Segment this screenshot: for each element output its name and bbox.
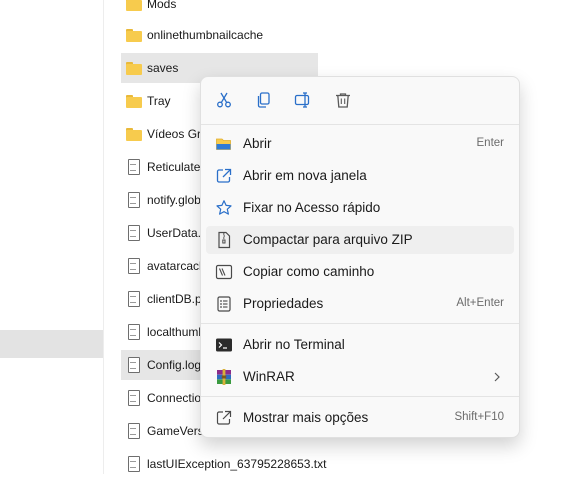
file-name: Mods bbox=[147, 0, 177, 11]
document-icon bbox=[125, 158, 143, 176]
nav-selected-item[interactable] bbox=[0, 330, 103, 358]
copy-button[interactable] bbox=[253, 89, 275, 111]
document-icon bbox=[125, 224, 143, 242]
file-name: saves bbox=[147, 61, 179, 75]
menu-item-label: Propriedades bbox=[243, 296, 324, 311]
menu-item-label: Copiar como caminho bbox=[243, 264, 375, 279]
winrar-icon bbox=[217, 369, 231, 385]
zip-archive-icon bbox=[218, 231, 231, 249]
document-icon bbox=[125, 323, 143, 341]
rename-icon bbox=[294, 92, 310, 108]
list-item[interactable]: lastUIException_63795228653.txt bbox=[121, 449, 451, 479]
menu-item-copy-as-path[interactable]: Copiar como caminho bbox=[206, 258, 514, 286]
menu-item-label: Compactar para arquivo ZIP bbox=[243, 232, 413, 247]
properties-icon bbox=[217, 296, 231, 312]
menu-item-open[interactable]: Abrir Enter bbox=[206, 130, 514, 158]
context-menu: Abrir Enter Abrir em nova janela Fixar n… bbox=[200, 76, 520, 438]
folder-icon bbox=[125, 0, 143, 13]
document-icon bbox=[125, 356, 143, 374]
navigation-pane bbox=[0, 0, 104, 474]
menu-item-properties[interactable]: Propriedades Alt+Enter bbox=[206, 290, 514, 318]
trash-icon bbox=[336, 93, 350, 108]
file-name: onlinethumbnailcache bbox=[147, 28, 264, 42]
menu-item-label: Abrir no Terminal bbox=[243, 337, 345, 352]
menu-item-open-new-window[interactable]: Abrir em nova janela bbox=[206, 162, 514, 190]
menu-item-open-terminal[interactable]: Abrir no Terminal bbox=[206, 331, 514, 359]
folder-icon bbox=[125, 125, 143, 143]
menu-item-winrar[interactable]: WinRAR bbox=[206, 363, 514, 391]
menu-item-label: Mostrar mais opções bbox=[243, 410, 369, 425]
delete-button[interactable] bbox=[332, 89, 354, 111]
menu-divider bbox=[201, 396, 519, 397]
file-name: Vídeos Gra bbox=[147, 127, 208, 141]
menu-item-label: Abrir bbox=[243, 136, 272, 151]
document-icon bbox=[125, 422, 143, 440]
star-icon bbox=[216, 200, 232, 215]
list-item[interactable]: Mods bbox=[121, 0, 318, 19]
menu-item-compress-zip[interactable]: Compactar para arquivo ZIP bbox=[206, 226, 514, 254]
file-name: avatarcach bbox=[147, 259, 206, 273]
more-options-icon bbox=[216, 410, 232, 425]
shortcut-label: Shift+F10 bbox=[454, 411, 504, 423]
copy-icon bbox=[257, 92, 270, 108]
open-external-icon bbox=[216, 168, 232, 183]
menu-item-label: Abrir em nova janela bbox=[243, 168, 367, 183]
folder-icon bbox=[125, 92, 143, 110]
rename-button[interactable] bbox=[292, 89, 314, 111]
file-name: Reticulatec bbox=[147, 160, 207, 174]
document-icon bbox=[125, 257, 143, 275]
copy-path-icon bbox=[215, 264, 233, 280]
folder-open-icon bbox=[216, 138, 231, 150]
file-name: notify.glob bbox=[147, 193, 201, 207]
shortcut-label: Enter bbox=[476, 137, 505, 149]
file-name: Tray bbox=[147, 94, 171, 108]
file-name: lastUIException_63795228653.txt bbox=[147, 457, 327, 471]
menu-item-label: WinRAR bbox=[243, 369, 295, 384]
cut-button[interactable] bbox=[213, 89, 235, 111]
menu-divider bbox=[201, 323, 519, 324]
folder-icon bbox=[125, 26, 143, 44]
folder-icon bbox=[125, 59, 143, 77]
menu-item-label: Fixar no Acesso rápido bbox=[243, 200, 381, 215]
scissors-icon bbox=[217, 92, 231, 108]
file-name: Config.log bbox=[147, 358, 202, 372]
menu-item-pin-quick-access[interactable]: Fixar no Acesso rápido bbox=[206, 194, 514, 222]
document-icon bbox=[125, 389, 143, 407]
shortcut-label: Alt+Enter bbox=[456, 297, 504, 309]
document-icon bbox=[125, 455, 143, 473]
file-name: localthumb bbox=[147, 325, 206, 339]
list-item[interactable]: onlinethumbnailcache bbox=[121, 20, 318, 50]
terminal-icon bbox=[216, 338, 232, 352]
document-icon bbox=[125, 191, 143, 209]
menu-item-more-options[interactable]: Mostrar mais opções Shift+F10 bbox=[206, 404, 514, 432]
quick-actions-bar bbox=[201, 77, 519, 123]
menu-divider bbox=[201, 124, 519, 125]
chevron-right-icon bbox=[494, 372, 500, 382]
document-icon bbox=[125, 290, 143, 308]
file-name: Connectio bbox=[147, 391, 202, 405]
